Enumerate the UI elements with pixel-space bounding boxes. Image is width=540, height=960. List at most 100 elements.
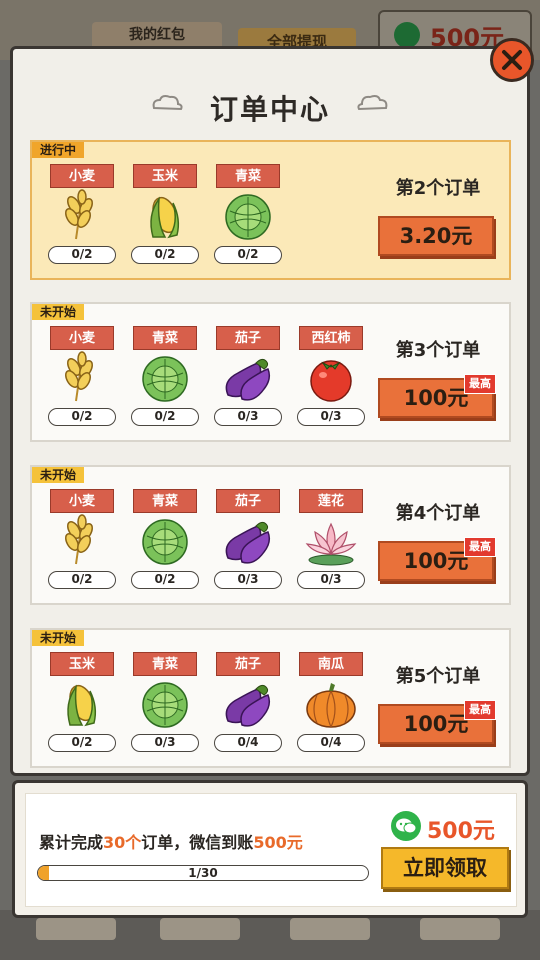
cabbage-icon	[142, 519, 188, 565]
pumpkin-icon	[306, 682, 356, 728]
summary-text: 订单，微信到账	[141, 833, 254, 852]
item-count: 0/2	[131, 571, 199, 589]
summary-text: 累计完成	[39, 833, 104, 852]
order-item: 茄子 0/4	[214, 652, 282, 752]
item-label: 莲花	[299, 489, 363, 513]
status-badge: 未开始	[32, 304, 85, 320]
item-count: 0/3	[131, 734, 199, 752]
close-icon	[502, 50, 522, 70]
order-price-button[interactable]: 100元 最高	[378, 700, 496, 744]
eggplant-icon	[225, 521, 271, 564]
item-label: 玉米	[50, 652, 114, 676]
reward-description: 累计完成30个订单，微信到账500元	[39, 829, 303, 853]
best-badge: 最高	[464, 700, 496, 720]
order-price: 100元	[403, 712, 469, 736]
item-label: 小麦	[50, 326, 114, 350]
close-button[interactable]	[490, 38, 534, 82]
order-card: 未开始 小麦 0/2 青菜 0/2 茄子 0/3 西红柿 0/3 第3个订单 1…	[30, 302, 511, 442]
order-item: 莲花 0/3	[297, 489, 365, 589]
order-price: 100元	[403, 549, 469, 573]
status-badge: 未开始	[32, 630, 85, 646]
item-count: 0/2	[48, 408, 116, 426]
status-badge: 未开始	[32, 467, 85, 483]
wechat-icon	[394, 22, 420, 48]
item-label: 小麦	[50, 489, 114, 513]
order-item: 玉米 0/2	[131, 164, 199, 264]
item-count: 0/2	[48, 734, 116, 752]
order-price-button[interactable]: 100元 最高	[378, 537, 496, 581]
corn-icon	[147, 193, 183, 238]
order-price: 100元	[403, 386, 469, 410]
order-item: 西红柿 0/3	[297, 326, 365, 426]
order-number: 第5个订单	[395, 666, 481, 687]
wheat-icon	[62, 189, 96, 240]
item-label: 西红柿	[299, 326, 363, 350]
item-label: 茄子	[216, 489, 280, 513]
item-label: 茄子	[216, 326, 280, 350]
order-item: 青菜 0/3	[131, 652, 199, 752]
order-number: 第2个订单	[395, 178, 481, 199]
item-count: 0/4	[214, 734, 282, 752]
claim-button[interactable]: 立即领取	[381, 847, 509, 889]
order-progress-bar: 1/30	[37, 865, 369, 881]
order-card: 进行中 小麦 0/2 玉米 0/2 青菜 0/2 第2个订单 3.20元	[30, 140, 511, 280]
order-item: 青菜 0/2	[214, 164, 282, 264]
summary-amount: 500元	[253, 833, 303, 852]
background-tab	[290, 918, 370, 940]
item-count: 0/3	[214, 408, 282, 426]
item-count: 0/4	[297, 734, 365, 752]
item-count: 0/3	[297, 571, 365, 589]
background-tab	[420, 918, 500, 940]
order-card: 未开始 玉米 0/2 青菜 0/3 茄子 0/4 南瓜 0/4 第5个订单 10…	[30, 628, 511, 768]
item-label: 玉米	[133, 164, 197, 188]
tomato-icon	[310, 360, 352, 402]
order-item: 茄子 0/3	[214, 326, 282, 426]
corn-icon	[64, 681, 100, 726]
order-item: 小麦 0/2	[48, 489, 116, 589]
item-label: 茄子	[216, 652, 280, 676]
item-label: 青菜	[133, 652, 197, 676]
background-tab	[160, 918, 240, 940]
order-price-button[interactable]: 100元 最高	[378, 374, 496, 418]
summary-order-count: 30个	[103, 833, 142, 852]
item-label: 青菜	[133, 326, 197, 350]
wechat-icon	[391, 811, 421, 841]
order-item: 青菜 0/2	[131, 326, 199, 426]
item-count: 0/2	[48, 571, 116, 589]
page-title: 订单中心	[209, 93, 330, 126]
order-card: 未开始 小麦 0/2 青菜 0/2 茄子 0/3 莲花 0/3 第4个订单 10…	[30, 465, 511, 605]
wheat-icon	[62, 351, 96, 402]
eggplant-icon	[225, 684, 271, 727]
order-number: 第4个订单	[395, 503, 481, 524]
cabbage-icon	[225, 194, 271, 240]
item-label: 青菜	[216, 164, 280, 188]
order-item: 茄子 0/3	[214, 489, 282, 589]
eggplant-icon	[225, 358, 271, 401]
status-badge: 进行中	[32, 142, 85, 158]
cabbage-icon	[142, 682, 188, 728]
reward-summary-panel: 累计完成30个订单，微信到账500元 500元 1/30 立即领取	[12, 780, 528, 918]
item-count: 0/2	[131, 246, 199, 264]
item-label: 青菜	[133, 489, 197, 513]
item-count: 0/2	[48, 246, 116, 264]
order-item: 玉米 0/2	[48, 652, 116, 752]
order-item: 南瓜 0/4	[297, 652, 365, 752]
wheat-icon	[62, 514, 96, 565]
order-item: 小麦 0/2	[48, 326, 116, 426]
reward-amount: 500元	[427, 819, 495, 844]
lotus-icon	[306, 523, 356, 566]
order-price-button[interactable]: 3.20元	[378, 216, 494, 256]
cabbage-icon	[142, 356, 188, 402]
progress-label: 1/30	[188, 866, 218, 880]
order-number: 第3个订单	[395, 340, 481, 361]
item-label: 小麦	[50, 164, 114, 188]
best-badge: 最高	[464, 374, 496, 394]
order-price: 3.20元	[399, 224, 473, 248]
item-count: 0/3	[297, 408, 365, 426]
order-item: 青菜 0/2	[131, 489, 199, 589]
item-label: 南瓜	[299, 652, 363, 676]
background-tab	[36, 918, 116, 940]
item-count: 0/2	[214, 246, 282, 264]
item-count: 0/3	[214, 571, 282, 589]
item-count: 0/2	[131, 408, 199, 426]
